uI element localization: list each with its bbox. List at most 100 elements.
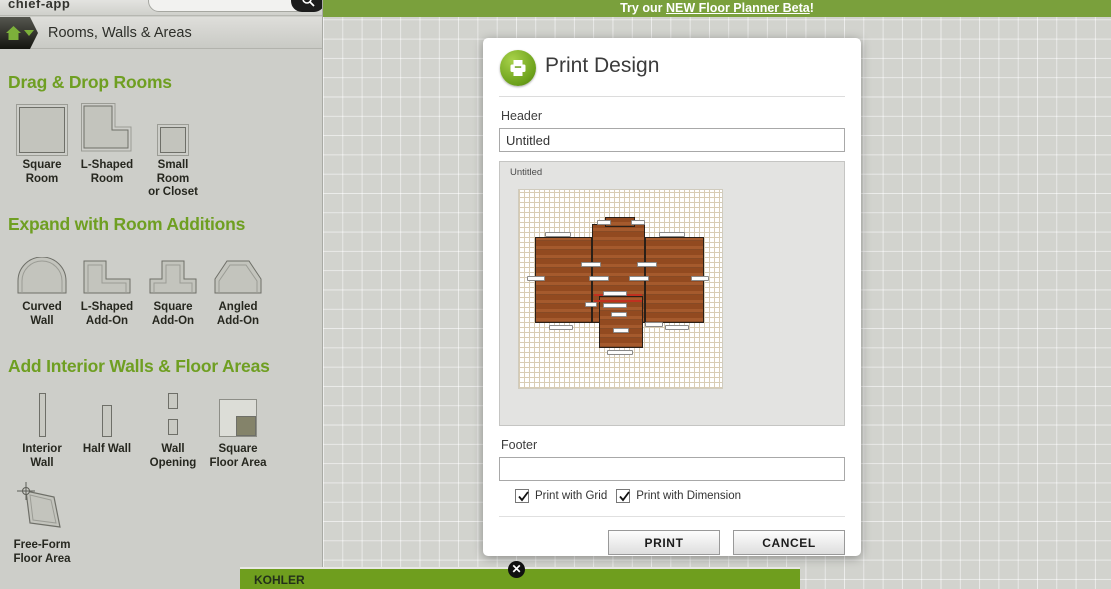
- tool-square-floor-area[interactable]: Square Floor Area: [205, 385, 271, 470]
- preview-sheet: [518, 189, 723, 389]
- promo-text-before: Try our: [620, 1, 663, 15]
- floor-planner-app: Try our NEW Floor Planner Beta! chief-ap…: [0, 0, 1111, 589]
- dialog-title: Print Design: [545, 54, 660, 77]
- dialog-header: Print Design: [483, 38, 861, 96]
- square-room-icon: [9, 101, 75, 156]
- preview-measure-line: [594, 300, 642, 302]
- angled-addon-icon: [205, 243, 271, 295]
- left-sidebar: chief-app Rooms, Walls & Areas Drag & Dr…: [0, 0, 323, 589]
- print-preview: Untitled: [499, 161, 845, 426]
- tool-label: Half Wall: [82, 443, 132, 455]
- preview-dimension: [691, 276, 709, 281]
- preview-dimension: [645, 322, 663, 327]
- sidebar-topbar: chief-app: [0, 0, 322, 16]
- interior-wall-icon: [9, 385, 75, 437]
- print-design-dialog: Print Design Header Untitled Untitled Fo…: [483, 38, 861, 556]
- sidebar-group-additions: Expand with Room Additions Curved Wall L…: [0, 214, 322, 343]
- tool-square-room[interactable]: Square Room: [9, 101, 75, 186]
- home-icon: [6, 26, 21, 40]
- free-form-floor-area-icon: [9, 479, 75, 533]
- tool-label: Square Room: [22, 159, 62, 185]
- square-addon-icon: [140, 243, 206, 295]
- tool-label: Angled Add-On: [216, 301, 260, 327]
- tool-label: L-Shaped Add-On: [80, 301, 134, 327]
- tool-wall-opening[interactable]: Wall Opening: [140, 385, 206, 470]
- bottom-ad-text: KOHLER: [254, 573, 305, 587]
- preview-dimension: [585, 302, 597, 307]
- checkbox-label: Print with Dimension: [636, 490, 742, 502]
- tool-l-shaped-room[interactable]: L-Shaped Room: [74, 101, 140, 186]
- search-input[interactable]: [148, 0, 308, 12]
- sidebar-group-walls: Add Interior Walls & Floor Areas Interio…: [0, 356, 322, 566]
- promo-text-after: !: [809, 1, 814, 15]
- breadcrumb: Rooms, Walls & Areas: [0, 17, 322, 49]
- dialog-actions: PRINT CANCEL: [483, 517, 861, 555]
- tool-label: Square Floor Area: [209, 443, 267, 469]
- tool-label: Free-Form Floor Area: [13, 539, 71, 565]
- wall-opening-icon: [140, 385, 206, 437]
- checkbox-print-with-dimension[interactable]: [616, 489, 631, 503]
- check-icon: [518, 491, 529, 502]
- dialog-body: Header Untitled Untitled Footer Print wi…: [483, 97, 861, 503]
- preview-dimension: [597, 220, 611, 225]
- preview-dimension: [631, 220, 645, 225]
- print-options: Print with Grid Print with Dimension: [515, 489, 845, 503]
- home-button[interactable]: [0, 17, 38, 49]
- tool-label: L-Shaped Room: [80, 159, 134, 185]
- tool-small-room[interactable]: Small Room or Closet: [140, 101, 206, 200]
- tool-square-addon[interactable]: Square Add-On: [140, 243, 206, 328]
- l-shaped-room-icon: [74, 101, 140, 153]
- footer-field-label: Footer: [501, 438, 538, 452]
- half-wall-icon: [74, 385, 140, 437]
- preview-dimension: [581, 262, 601, 267]
- promo-banner[interactable]: Try our NEW Floor Planner Beta!: [323, 0, 1111, 17]
- tool-interior-wall[interactable]: Interior Wall: [9, 385, 75, 470]
- sidebar-body: Drag & Drop Rooms Square Room L-Shaped R…: [0, 50, 322, 589]
- preview-dimension: [611, 312, 627, 317]
- section-title: Add Interior Walls & Floor Areas: [8, 356, 270, 376]
- square-floor-area-icon: [205, 385, 271, 437]
- check-icon: [619, 491, 630, 502]
- preview-dimension: [613, 328, 629, 333]
- preview-dimension: [549, 325, 573, 330]
- tool-label: Small Room or Closet: [148, 159, 198, 198]
- preview-dimension: [637, 262, 657, 267]
- print-button[interactable]: PRINT: [608, 530, 720, 555]
- tool-angled-addon[interactable]: Angled Add-On: [205, 243, 271, 328]
- header-field-label: Header: [501, 109, 542, 123]
- option-print-with-grid[interactable]: Print with Grid: [515, 489, 607, 503]
- curved-wall-icon: [9, 243, 75, 295]
- section-title: Drag & Drop Rooms: [8, 72, 172, 92]
- checkbox-print-with-grid[interactable]: [515, 489, 529, 503]
- breadcrumb-label: Rooms, Walls & Areas: [48, 25, 192, 41]
- section-title: Expand with Room Additions: [8, 214, 246, 234]
- search-icon: [302, 0, 315, 7]
- tool-l-shaped-addon[interactable]: L-Shaped Add-On: [74, 243, 140, 328]
- preview-dimension: [603, 303, 627, 308]
- app-title: chief-app: [8, 0, 71, 11]
- sidebar-group-rooms: Drag & Drop Rooms Square Room L-Shaped R…: [0, 72, 322, 201]
- promo-link[interactable]: NEW Floor Planner Beta: [666, 1, 810, 15]
- preview-dimension: [527, 276, 545, 281]
- cancel-button[interactable]: CANCEL: [733, 530, 845, 555]
- preview-dimension: [607, 350, 633, 355]
- footer-input[interactable]: [499, 457, 845, 481]
- option-print-with-dimension[interactable]: Print with Dimension: [616, 489, 741, 503]
- close-icon[interactable]: ✕: [508, 561, 525, 578]
- preview-dimension: [629, 276, 649, 281]
- tool-curved-wall[interactable]: Curved Wall: [9, 243, 75, 328]
- chevron-down-icon: [24, 30, 34, 36]
- tool-label: Square Add-On: [151, 301, 195, 327]
- tool-label: Interior Wall: [22, 443, 62, 469]
- tool-label: Curved Wall: [22, 301, 62, 327]
- tool-free-form-floor-area[interactable]: Free-Form Floor Area: [9, 479, 75, 566]
- header-input[interactable]: [499, 128, 845, 152]
- preview-dimension: [665, 325, 689, 330]
- tool-half-wall[interactable]: Half Wall: [74, 385, 140, 457]
- search-button[interactable]: [291, 0, 322, 12]
- preview-dimension: [589, 276, 609, 281]
- preview-title: Untitled: [510, 167, 543, 178]
- checkbox-label: Print with Grid: [535, 490, 608, 502]
- l-shaped-addon-icon: [74, 243, 140, 295]
- preview-dimension: [603, 291, 627, 296]
